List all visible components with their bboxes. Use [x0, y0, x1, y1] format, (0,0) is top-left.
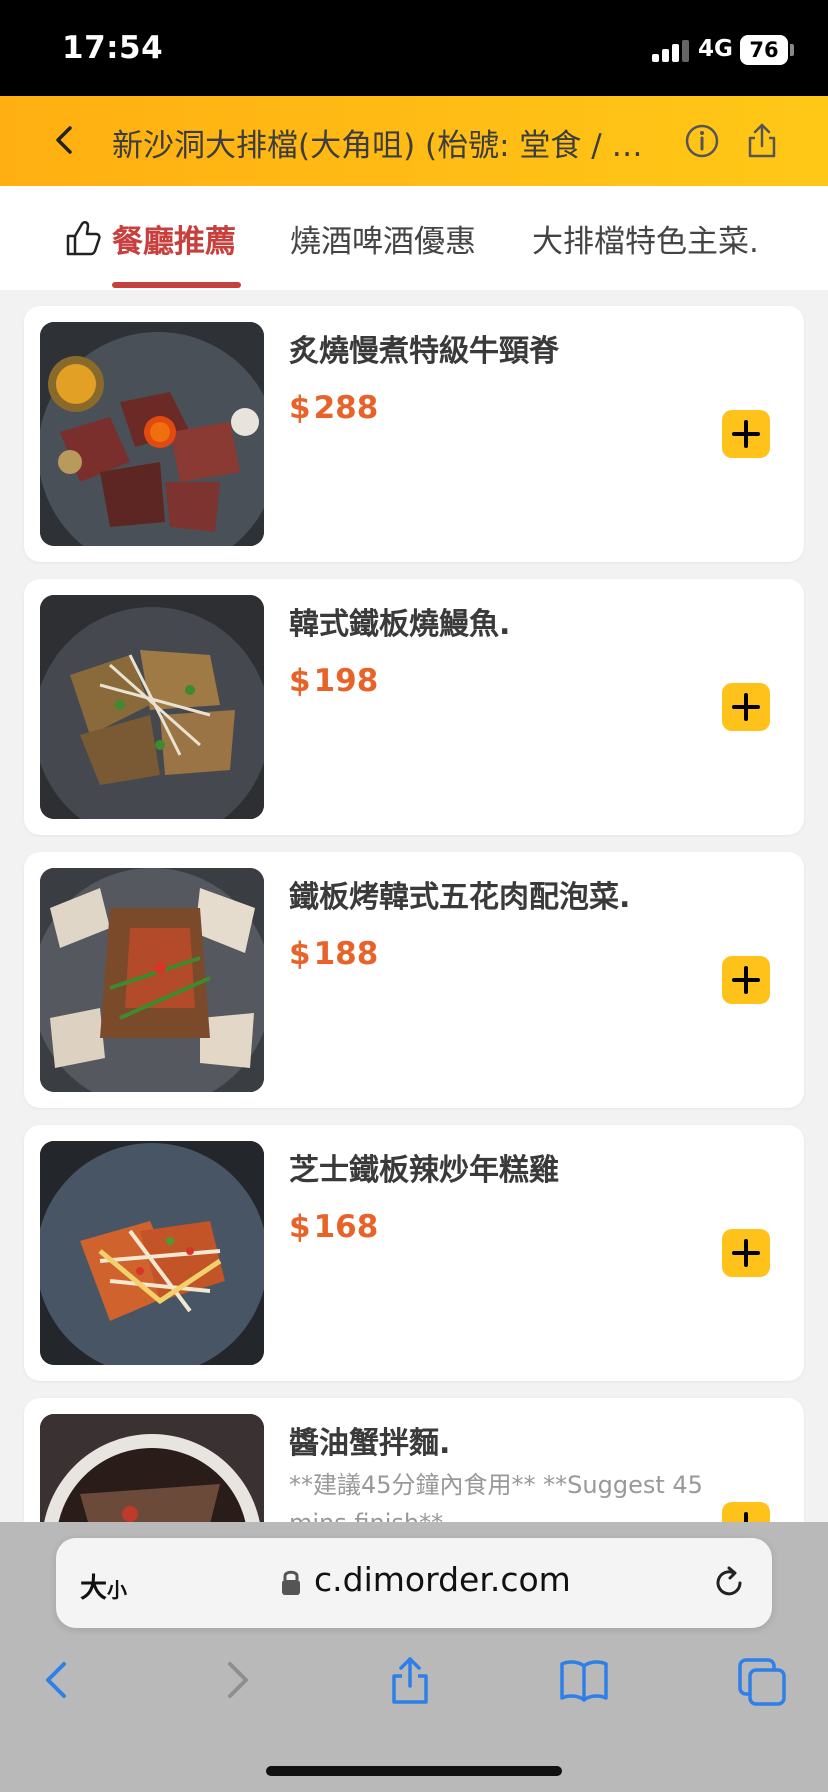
menu-item-card[interactable]: 醬油蟹拌麵. **建議45分鐘內食用** **Suggest 45 mins f… [24, 1398, 804, 1522]
menu-item-price: $168 [289, 1209, 379, 1245]
menu-item-card[interactable]: 鐵板烤韓式五花肉配泡菜. $188 [24, 852, 804, 1108]
share-icon[interactable] [742, 118, 782, 162]
category-tabs: 餐廳推薦 燒酒啤酒優惠 大排檔特色主菜. [0, 186, 828, 290]
menu-item-price: $288 [289, 390, 379, 426]
back-icon[interactable] [44, 118, 88, 162]
address-bar[interactable]: 大小 c.dimorder.com [56, 1538, 772, 1628]
menu-item-photo [40, 1414, 264, 1522]
menu-item-name: 炙燒慢煮特級牛頸脊 [289, 334, 559, 369]
signal-icon [652, 40, 690, 62]
info-icon[interactable] [682, 121, 722, 161]
browser-forward-icon[interactable] [208, 1652, 264, 1708]
menu-item-photo [40, 1141, 264, 1365]
status-time: 17:54 [62, 30, 164, 66]
menu-item-name: 醬油蟹拌麵. [289, 1426, 451, 1461]
menu-item-card[interactable]: 炙燒慢煮特級牛頸脊 $288 [24, 306, 804, 562]
bookmarks-icon[interactable] [556, 1652, 612, 1708]
add-to-cart-button[interactable] [722, 1502, 770, 1522]
menu-item-description: **建議45分鐘內食用** **Suggest 45 mins finish** [289, 1471, 703, 1522]
app-header: 新沙洞大排檔(大角咀) (枱號: 堂食 / 外賣) [0, 96, 828, 186]
menu-item-card[interactable]: 芝士鐵板辣炒年糕雞 $168 [24, 1125, 804, 1381]
add-to-cart-button[interactable] [722, 1229, 770, 1277]
home-indicator [266, 1766, 562, 1776]
add-to-cart-button[interactable] [722, 410, 770, 458]
menu-item-price: $188 [289, 936, 379, 972]
reload-icon[interactable] [710, 1564, 748, 1602]
lock-icon [282, 1570, 300, 1595]
thumbs-up-icon [66, 221, 101, 256]
tab-soju-beer-offers[interactable]: 燒酒啤酒優惠 [290, 216, 476, 261]
menu-item-name: 芝士鐵板辣炒年糕雞 [289, 1153, 559, 1188]
tab-signature-mains[interactable]: 大排檔特色主菜. [532, 216, 759, 261]
menu-list: 炙燒慢煮特級牛頸脊 $288 韓式鐵板燒鰻魚. $198 鐵板烤韓式五花肉配泡菜… [0, 290, 828, 1522]
active-tab-indicator [112, 282, 241, 288]
battery-cap [790, 44, 794, 56]
status-bar: 17:54 4G 76 [0, 0, 828, 96]
url-text: c.dimorder.com [314, 1560, 571, 1599]
browser-toolbar: 大小 c.dimorder.com [0, 1522, 828, 1792]
page-title: 新沙洞大排檔(大角咀) (枱號: 堂食 / 外賣) [112, 128, 668, 164]
menu-item-card[interactable]: 韓式鐵板燒鰻魚. $198 [24, 579, 804, 835]
menu-item-name: 韓式鐵板燒鰻魚. [289, 607, 511, 642]
share-sheet-icon[interactable] [382, 1652, 438, 1708]
battery-icon: 76 [740, 35, 788, 65]
text-size-button[interactable]: 大小 [80, 1566, 127, 1605]
network-type: 4G [698, 36, 733, 62]
add-to-cart-button[interactable] [722, 683, 770, 731]
menu-item-name: 鐵板烤韓式五花肉配泡菜. [289, 880, 631, 915]
browser-back-icon[interactable] [30, 1652, 86, 1708]
tab-recommended[interactable]: 餐廳推薦 [112, 216, 236, 261]
menu-item-photo [40, 322, 264, 546]
menu-item-price: $198 [289, 663, 379, 699]
menu-item-photo [40, 595, 264, 819]
menu-item-photo [40, 868, 264, 1092]
add-to-cart-button[interactable] [722, 956, 770, 1004]
tabs-icon[interactable] [734, 1652, 790, 1708]
